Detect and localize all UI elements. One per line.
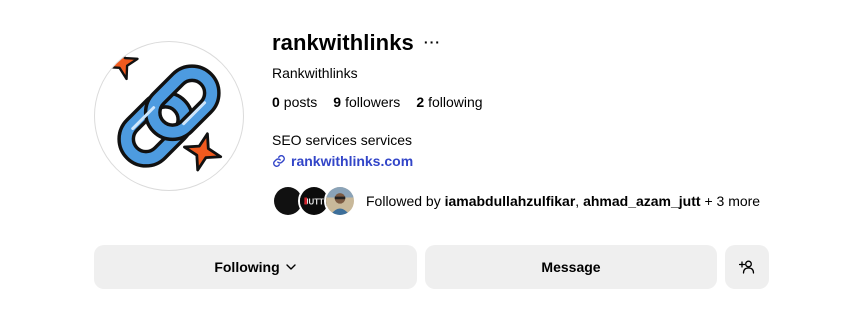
follower-name[interactable]: ahmad_azam_jutt — [583, 193, 700, 209]
stat-label: following — [428, 94, 483, 110]
bio-text: SEO services services — [272, 132, 413, 148]
display-name: Rankwithlinks — [272, 65, 358, 81]
website-link[interactable]: rankwithlinks.com — [272, 153, 413, 169]
profile-info: rankwithlinks ··· Rankwithlinks 0 posts 9… — [272, 28, 832, 217]
followed-by[interactable]: JUTT Followed by iamabdullahzulfikar, ah… — [272, 185, 760, 217]
stat-count: 2 — [416, 94, 425, 110]
stat-posts: 0 posts — [272, 94, 317, 110]
username: rankwithlinks — [272, 30, 414, 55]
follower-separator: , — [575, 193, 580, 209]
mutual-avatar-label: JUTT — [304, 198, 324, 207]
followed-by-suffix: + 3 more — [704, 193, 761, 209]
following-button[interactable]: Following — [94, 245, 417, 289]
profile-stats: 0 posts 9 followers 2 following — [272, 94, 499, 110]
following-button-label: Following — [214, 259, 280, 275]
message-button[interactable]: Message — [425, 245, 717, 289]
stat-count: 0 — [272, 94, 280, 110]
stat-label: posts — [283, 94, 318, 110]
stat-followers[interactable]: 9 followers — [333, 94, 400, 110]
follower-name[interactable]: iamabdullahzulfikar — [445, 193, 576, 209]
stat-label: followers — [345, 94, 401, 110]
username-row: rankwithlinks ··· — [272, 28, 832, 58]
message-button-label: Message — [541, 259, 601, 275]
add-user-icon — [739, 260, 755, 274]
profile-avatar[interactable] — [94, 41, 244, 191]
stat-count: 9 — [333, 94, 342, 110]
add-user-button[interactable] — [725, 245, 769, 289]
ellipsis-icon[interactable]: ··· — [424, 35, 441, 51]
chevron-down-icon — [285, 261, 297, 273]
chain-link-logo-icon — [105, 45, 223, 172]
mutual-avatars: JUTT — [272, 185, 360, 217]
link-icon — [273, 155, 285, 167]
followed-by-prefix: Followed by — [366, 193, 441, 209]
website-link-text: rankwithlinks.com — [291, 153, 414, 169]
mutual-avatar — [324, 185, 356, 217]
stat-following[interactable]: 2 following — [416, 94, 482, 110]
